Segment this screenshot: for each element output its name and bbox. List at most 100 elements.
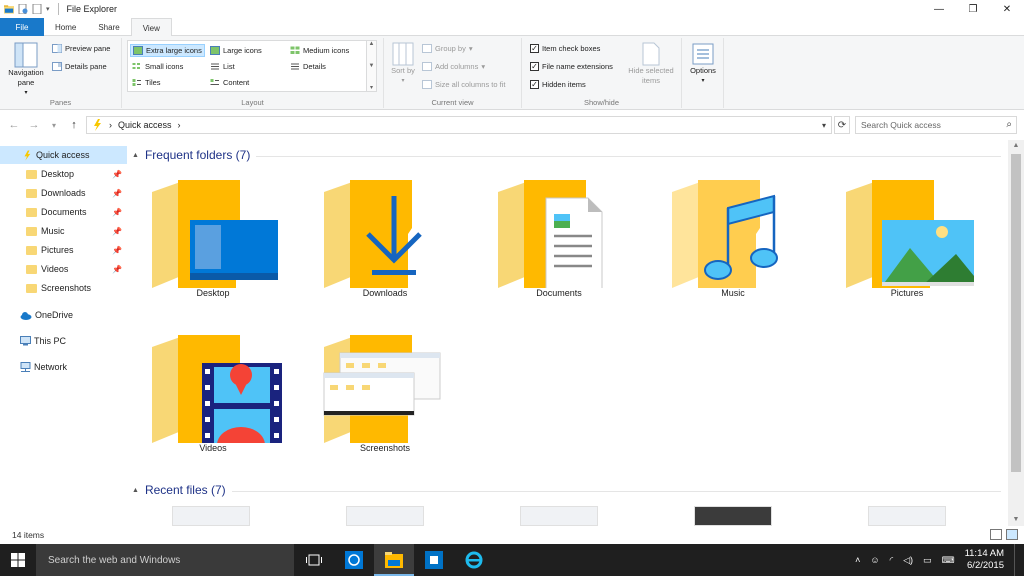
layout-tiles[interactable]: Tiles: [132, 78, 161, 87]
vertical-scrollbar[interactable]: ▲ ▼: [1008, 140, 1024, 526]
sidebar-item-onedrive[interactable]: OneDrive: [0, 306, 127, 324]
folder-label: Downloads: [362, 288, 408, 298]
breadcrumb-quick-access[interactable]: Quick access: [118, 120, 172, 130]
search-input[interactable]: Search Quick access ⌕: [855, 116, 1017, 134]
taskbar-app-outlook[interactable]: [414, 544, 454, 576]
size-columns-button[interactable]: Size all columns to fit: [422, 80, 505, 89]
file-name-extensions-checkbox[interactable]: ✓: [530, 62, 539, 71]
taskbar-search-box[interactable]: Search the web and Windows: [36, 544, 294, 576]
up-button[interactable]: ↑: [64, 119, 84, 131]
taskbar-app-internet-explorer[interactable]: [454, 544, 494, 576]
keyboard-icon[interactable]: ⌨: [942, 555, 955, 566]
group-by-button[interactable]: Group by ▾: [422, 44, 473, 53]
qat-dropdown-icon[interactable]: ▾: [46, 5, 50, 13]
layout-content[interactable]: Content: [210, 78, 249, 87]
folder-tile-music[interactable]: Music: [648, 160, 818, 312]
scroll-down-icon[interactable]: ▼: [369, 63, 375, 69]
hide-selected-items-button[interactable]: Hide selected items: [624, 42, 678, 86]
folder-tile-pictures[interactable]: Pictures: [822, 160, 992, 312]
options-button[interactable]: Options ▾: [684, 42, 722, 86]
sidebar-item-documents[interactable]: Documents 📌: [0, 203, 127, 221]
collapse-icon[interactable]: ▲: [132, 487, 139, 494]
tab-home[interactable]: Home: [44, 18, 87, 36]
details-view-icon[interactable]: [990, 529, 1002, 540]
layout-small-icons[interactable]: Small icons: [132, 62, 183, 71]
recent-file-thumbnail[interactable]: [520, 506, 598, 526]
hidden-items-checkbox[interactable]: ✓: [530, 80, 539, 89]
sidebar-item-screenshots[interactable]: Screenshots: [0, 279, 127, 297]
folder-tile-desktop[interactable]: Desktop: [128, 160, 298, 312]
view-toggle-buttons: [990, 529, 1018, 540]
expand-gallery-icon[interactable]: ▾: [370, 84, 373, 91]
layout-list[interactable]: List: [210, 62, 235, 71]
recent-file-thumbnail[interactable]: [694, 506, 772, 526]
taskbar-app-file-explorer[interactable]: [374, 544, 414, 576]
people-icon[interactable]: ☺: [870, 555, 879, 565]
add-columns-label: Add columns: [435, 62, 479, 71]
recent-file-thumbnail[interactable]: [346, 506, 424, 526]
sidebar-item-label: Documents: [41, 207, 87, 217]
folder-tile-videos[interactable]: Videos: [128, 315, 298, 467]
sidebar-item-downloads[interactable]: Downloads 📌: [0, 184, 127, 202]
address-bar[interactable]: › Quick access › ▾: [86, 116, 832, 134]
scroll-up-icon[interactable]: ▲: [369, 41, 375, 47]
scroll-up-arrow[interactable]: ▲: [1008, 140, 1024, 152]
address-dropdown-icon[interactable]: ▾: [817, 117, 831, 133]
task-view-button[interactable]: [294, 544, 334, 576]
recent-file-thumbnail[interactable]: [868, 506, 946, 526]
pictures-folder-icon: [846, 180, 974, 288]
layout-details[interactable]: Details: [290, 62, 326, 71]
tab-file[interactable]: File: [0, 18, 44, 36]
back-button[interactable]: ←: [4, 119, 24, 131]
action-center-icon[interactable]: ▭: [923, 555, 932, 566]
properties-icon[interactable]: [18, 4, 28, 14]
search-icon[interactable]: ⌕: [1006, 119, 1012, 130]
show-hidden-icons-icon[interactable]: ˄: [855, 555, 860, 565]
layout-gallery-scroll[interactable]: ▲ ▼ ▾: [366, 41, 376, 91]
sidebar-item-network[interactable]: Network: [0, 358, 127, 376]
recent-locations-button[interactable]: ▾: [44, 121, 64, 130]
details-pane-label: Details pane: [65, 62, 107, 71]
folder-tile-documents[interactable]: Documents: [474, 160, 644, 312]
close-button[interactable]: ✕: [990, 0, 1024, 18]
start-button[interactable]: [0, 544, 36, 576]
maximize-button[interactable]: ❐: [956, 0, 990, 18]
forward-button[interactable]: →: [24, 119, 44, 131]
sidebar-item-pictures[interactable]: Pictures 📌: [0, 241, 127, 259]
sidebar-item-this-pc[interactable]: This PC: [0, 332, 127, 350]
refresh-button[interactable]: ⟳: [834, 116, 850, 134]
scroll-down-arrow[interactable]: ▼: [1008, 514, 1024, 526]
layout-extra-large-icons[interactable]: Extra large icons: [130, 44, 205, 57]
taskbar-app-store[interactable]: [334, 544, 374, 576]
new-folder-icon[interactable]: [32, 4, 42, 14]
clock[interactable]: 11:14 AM 6/2/2015: [965, 548, 1004, 572]
sidebar-item-desktop[interactable]: Desktop 📌: [0, 165, 127, 183]
item-check-boxes-checkbox[interactable]: ✓: [530, 44, 539, 53]
sidebar-item-videos[interactable]: Videos 📌: [0, 260, 127, 278]
tab-share[interactable]: Share: [87, 18, 130, 36]
folder-tile-screenshots[interactable]: Screenshots: [300, 315, 470, 467]
sidebar-item-music[interactable]: Music 📌: [0, 222, 127, 240]
collapse-icon[interactable]: ▲: [132, 152, 139, 159]
volume-icon[interactable]: ◁): [903, 555, 913, 566]
navigation-pane-button[interactable]: Navigation pane ▾: [4, 42, 48, 98]
scroll-thumb[interactable]: [1011, 154, 1021, 472]
hidden-items-toggle[interactable]: ✓ Hidden items: [530, 80, 586, 89]
large-icons-view-icon[interactable]: [1006, 529, 1018, 540]
preview-pane-button[interactable]: Preview pane: [52, 44, 110, 53]
add-columns-button[interactable]: Add columns ▾: [422, 62, 485, 71]
show-desktop-button[interactable]: [1014, 544, 1018, 576]
folder-tile-downloads[interactable]: Downloads: [300, 160, 470, 312]
recent-file-thumbnail[interactable]: [172, 506, 250, 526]
wifi-icon[interactable]: ◜: [890, 555, 894, 566]
file-name-extensions-toggle[interactable]: ✓ File name extensions: [530, 62, 613, 71]
minimize-button[interactable]: —: [922, 0, 956, 18]
recent-files-header[interactable]: ▲ Recent files (7): [132, 483, 226, 497]
details-pane-button[interactable]: Details pane: [52, 62, 107, 71]
layout-medium-icons[interactable]: Medium icons: [290, 46, 349, 55]
sort-by-button[interactable]: Sort by ▾: [388, 42, 418, 86]
item-check-boxes-toggle[interactable]: ✓ Item check boxes: [530, 44, 600, 53]
tab-view[interactable]: View: [130, 18, 172, 37]
sidebar-item-quick-access[interactable]: Quick access: [0, 146, 127, 164]
layout-large-icons[interactable]: Large icons: [210, 46, 262, 55]
